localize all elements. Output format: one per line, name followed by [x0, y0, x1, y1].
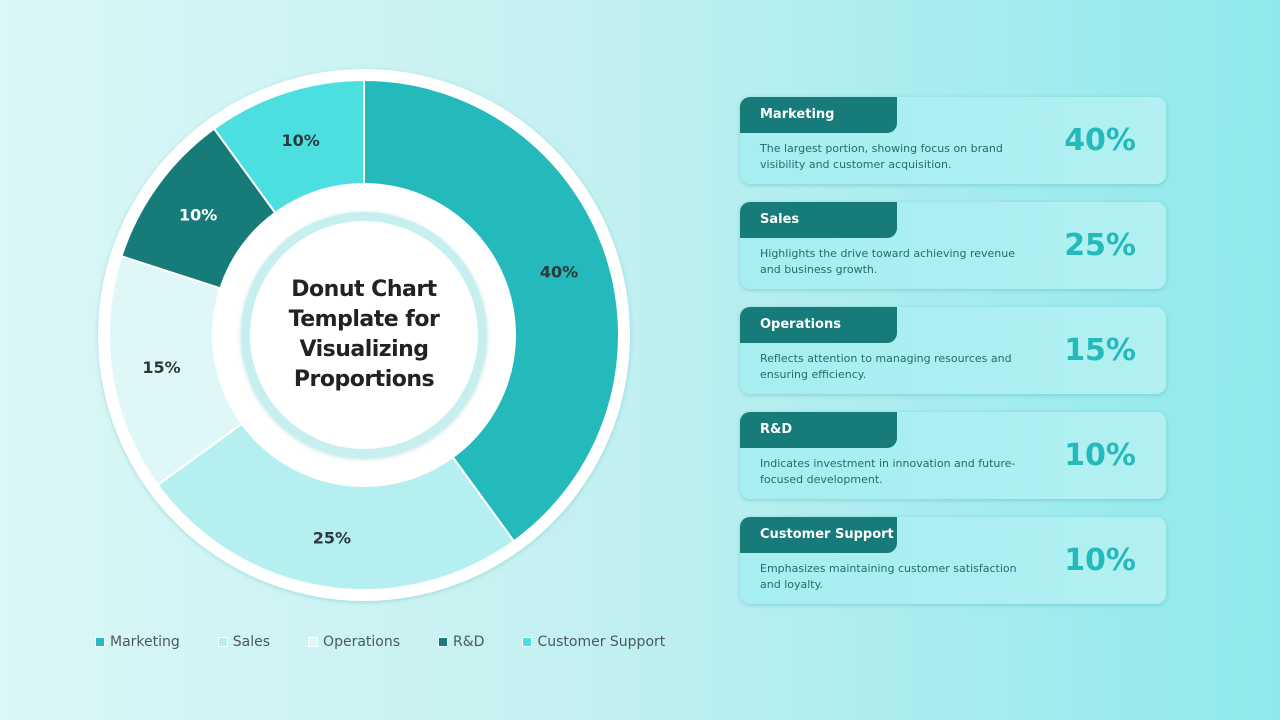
card-value: 40%: [1064, 123, 1136, 158]
legend-label: Marketing: [110, 634, 180, 650]
card-operations: Operations Reflects attention to managin…: [740, 307, 1166, 394]
legend-item-operations: Operations: [308, 634, 400, 650]
donut-data-label: 15%: [142, 358, 180, 377]
card-description: Highlights the drive toward achieving re…: [760, 247, 1015, 276]
card-sales: Sales Highlights the drive toward achiev…: [740, 202, 1166, 289]
card-description: Emphasizes maintaining customer satisfac…: [760, 562, 1017, 591]
legend-label: Operations: [323, 634, 401, 650]
legend-swatch: [522, 637, 533, 647]
card-description: Reflects attention to managing resources…: [760, 352, 1012, 381]
legend-item-marketing: Marketing: [95, 634, 180, 650]
legend-swatch: [308, 637, 319, 647]
legend-swatch: [438, 637, 449, 647]
card-value: 10%: [1064, 438, 1136, 473]
card-customer-support: Customer Support Emphasizes maintaining …: [740, 517, 1166, 604]
legend-label: Customer Support: [537, 634, 666, 650]
chart-title-line: Visualizing: [299, 337, 429, 362]
card-value: 25%: [1064, 228, 1136, 263]
card-value: 15%: [1064, 333, 1136, 368]
card-title: Customer Support: [740, 517, 897, 553]
chart-title-line: Donut Chart: [291, 277, 437, 302]
legend-label: Sales: [232, 634, 271, 650]
chart-title-line: Template for: [288, 307, 440, 332]
legend-item-customer-support: Customer Support: [522, 634, 665, 650]
card-title: Marketing: [740, 97, 897, 133]
card-title: R&D: [740, 412, 897, 448]
donut-data-label: 10%: [282, 131, 320, 150]
donut-data-label: 40%: [540, 263, 578, 282]
legend-item-rnd: R&D: [438, 634, 484, 650]
card-title: Sales: [740, 202, 897, 238]
donut-data-label: 10%: [179, 206, 217, 225]
chart-title: Donut Chart Template for Visualizing Pro…: [254, 275, 474, 395]
donut-data-label: 25%: [313, 528, 351, 547]
legend-swatch: [217, 637, 228, 647]
card-description: Indicates investment in innovation and f…: [760, 457, 1016, 486]
chart-title-line: Proportions: [293, 367, 435, 392]
card-rnd: R&D Indicates investment in innovation a…: [740, 412, 1166, 499]
card-description: The largest portion, showing focus on br…: [760, 142, 1003, 171]
legend-label: R&D: [453, 634, 485, 650]
card-value: 10%: [1064, 543, 1136, 578]
chart-legend: Marketing Sales Operations R&D Customer …: [95, 634, 703, 650]
legend-swatch: [95, 637, 105, 647]
card-title: Operations: [740, 307, 897, 343]
legend-item-sales: Sales: [217, 634, 271, 650]
card-marketing: Marketing The largest portion, showing f…: [740, 97, 1166, 184]
category-cards: Marketing The largest portion, showing f…: [740, 97, 1166, 622]
